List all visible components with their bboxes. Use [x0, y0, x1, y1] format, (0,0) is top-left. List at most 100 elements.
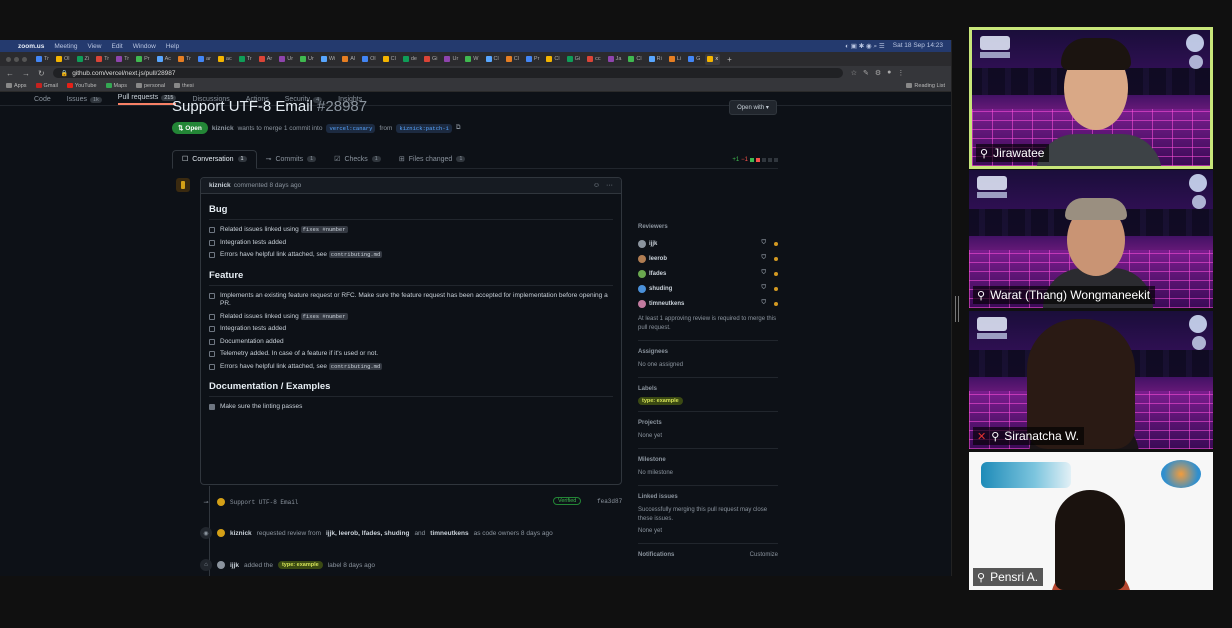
- bookmark-personal[interactable]: personal: [136, 83, 165, 89]
- browser-tab[interactable]: Tr: [34, 54, 51, 65]
- menu-item-edit[interactable]: Edit: [111, 43, 122, 50]
- browser-tab[interactable]: Al: [340, 54, 357, 65]
- checkbox[interactable]: [209, 363, 215, 370]
- label-avatar[interactable]: [217, 561, 225, 569]
- tab-checks[interactable]: ☑ Checks 1: [325, 155, 390, 168]
- kebab-menu-icon[interactable]: ⋮: [897, 69, 904, 77]
- reviewer-row[interactable]: shuding ⛉: [638, 281, 778, 296]
- browser-tab[interactable]: Wi: [319, 54, 337, 65]
- browser-tab[interactable]: x: [705, 53, 721, 65]
- browser-tab[interactable]: Ar: [257, 54, 275, 65]
- label-chip[interactable]: type: example: [638, 397, 683, 405]
- commit-sha[interactable]: fea3d87: [597, 498, 622, 505]
- browser-tab[interactable]: de: [401, 54, 419, 65]
- open-with-button[interactable]: Open with ▾: [729, 100, 777, 115]
- menu-item-meeting[interactable]: Meeting: [54, 43, 77, 50]
- browser-tab[interactable]: Pr: [524, 54, 542, 65]
- browser-tab[interactable]: Cl: [504, 54, 521, 65]
- browser-tab[interactable]: Ri: [647, 54, 664, 65]
- profile-icon[interactable]: ●: [887, 69, 891, 77]
- assignees-title[interactable]: Assignees: [638, 349, 778, 355]
- browser-tab[interactable]: W: [463, 54, 480, 65]
- checkbox[interactable]: [209, 404, 215, 410]
- bookmark-gmail[interactable]: Gmail: [35, 83, 58, 89]
- participant-tile-4[interactable]: ⚲ Pensri A.: [969, 452, 1213, 590]
- review-request-avatar[interactable]: [217, 529, 225, 537]
- inline-code[interactable]: contributing.md: [328, 251, 383, 258]
- window-controls[interactable]: [6, 56, 27, 62]
- browser-tab[interactable]: Ol: [360, 54, 378, 65]
- browser-tab[interactable]: Pr: [134, 54, 152, 65]
- url-field[interactable]: 🔒 github.com/vercel/next.js/pull/28987: [52, 68, 843, 78]
- copy-icon[interactable]: ⧉: [456, 124, 461, 132]
- milestone-title[interactable]: Milestone: [638, 457, 778, 463]
- menu-item-window[interactable]: Window: [133, 43, 156, 50]
- author-avatar[interactable]: [176, 178, 190, 192]
- browser-tab[interactable]: Cl: [484, 54, 501, 65]
- browser-tab[interactable]: G: [686, 54, 702, 65]
- repo-nav-code[interactable]: Code: [34, 96, 51, 105]
- commit-avatar[interactable]: [217, 498, 225, 506]
- checkbox[interactable]: [209, 239, 215, 246]
- comment-author[interactable]: kiznick: [209, 182, 231, 189]
- base-branch[interactable]: vercel:canary: [326, 123, 376, 133]
- browser-tab[interactable]: Gi: [422, 54, 440, 65]
- browser-tab[interactable]: Ur: [298, 54, 316, 65]
- reviewer-row[interactable]: timneutkens ⛉: [638, 296, 778, 311]
- pr-author[interactable]: kiznick: [212, 125, 234, 132]
- tab-conversation[interactable]: ☐ Conversation 1: [172, 150, 257, 169]
- star-icon[interactable]: ☆: [851, 69, 857, 77]
- bookmark-thesi[interactable]: thesi: [174, 83, 194, 89]
- labels-title[interactable]: Labels: [638, 386, 778, 392]
- browser-tab[interactable]: cc: [585, 54, 603, 65]
- review-request-last[interactable]: timneutkens: [430, 530, 468, 537]
- puzzle-icon[interactable]: ⚙: [875, 69, 881, 77]
- review-request-author[interactable]: kiznick: [230, 530, 252, 537]
- participant-tile-3[interactable]: ✕ ⚲ Siranatcha W.: [969, 311, 1213, 449]
- menu-app-name[interactable]: zoom.us: [18, 43, 44, 50]
- review-request-reviewers[interactable]: ijjk, leerob, lfades, shuding: [326, 530, 409, 537]
- browser-tab[interactable]: Tr: [237, 54, 254, 65]
- reviewer-row[interactable]: leerob ⛉: [638, 251, 778, 266]
- checkbox[interactable]: [209, 292, 215, 299]
- reload-icon[interactable]: ↻: [38, 69, 45, 78]
- reviewer-row[interactable]: ijjk ⛉: [638, 236, 778, 251]
- browser-tab[interactable]: Tr: [176, 54, 193, 65]
- checkbox[interactable]: [209, 326, 215, 332]
- browser-tab[interactable]: Cl: [626, 54, 643, 65]
- browser-tab[interactable]: Ur: [442, 54, 460, 65]
- checkbox[interactable]: [209, 351, 215, 357]
- browser-tab[interactable]: Zi: [75, 54, 92, 65]
- verified-badge[interactable]: Verified: [553, 497, 582, 505]
- repo-nav-issues[interactable]: Issues 1k: [67, 96, 102, 105]
- checkbox[interactable]: [209, 338, 215, 345]
- menu-item-view[interactable]: View: [88, 43, 102, 50]
- browser-tab[interactable]: Cl: [544, 54, 561, 65]
- tab-commits[interactable]: ⊸ Commits 1: [257, 155, 326, 168]
- pin-icon[interactable]: ⚲: [980, 147, 988, 160]
- bookmark-maps[interactable]: Maps: [105, 83, 127, 89]
- reviewers-title[interactable]: Reviewers: [638, 224, 778, 230]
- extension-icon[interactable]: ✎: [863, 69, 869, 77]
- bookmark-apps[interactable]: Apps: [6, 83, 27, 89]
- browser-tab[interactable]: Gi: [565, 54, 583, 65]
- repo-nav-pull-requests[interactable]: Pull requests 215: [117, 94, 177, 105]
- tab-files-changed[interactable]: ⊞ Files changed 1: [390, 155, 475, 168]
- label-author[interactable]: ijjk: [230, 562, 239, 569]
- checkbox[interactable]: [209, 252, 215, 258]
- browser-tab[interactable]: ar: [196, 54, 213, 65]
- head-branch[interactable]: kiznick:patch-1: [396, 123, 452, 133]
- forward-icon[interactable]: →: [22, 69, 30, 78]
- bookmark-youtube[interactable]: YouTube: [66, 83, 97, 89]
- back-icon[interactable]: ←: [6, 69, 14, 78]
- new-tab-icon[interactable]: +: [727, 55, 732, 64]
- browser-tab[interactable]: Ur: [277, 54, 295, 65]
- menu-item-help[interactable]: Help: [166, 43, 179, 50]
- pin-icon[interactable]: ⚲: [977, 289, 985, 302]
- reviewer-row[interactable]: lfades ⛉: [638, 266, 778, 281]
- browser-tab[interactable]: Cl: [381, 54, 398, 65]
- pin-icon[interactable]: ⚲: [991, 430, 999, 443]
- commit-message[interactable]: Support UTF-8 Email: [230, 499, 298, 506]
- participant-tile-1[interactable]: ⚲ Jirawatee: [969, 27, 1213, 169]
- more-options-icon[interactable]: ···: [606, 182, 613, 189]
